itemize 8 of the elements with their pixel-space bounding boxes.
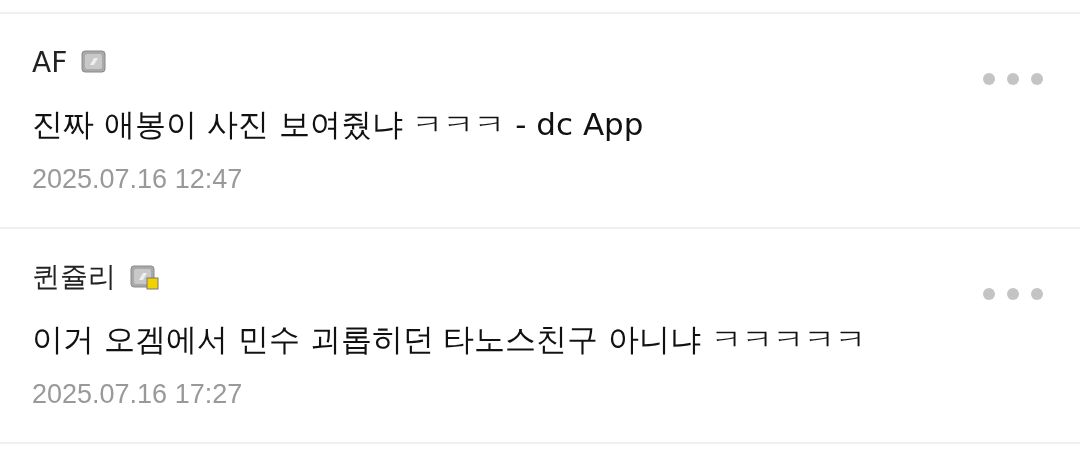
comment-author: AF (32, 45, 68, 79)
comment-date: 2025.07.16 12:47 (32, 164, 244, 195)
comment-date: 2025.07.16 17:27 (32, 379, 244, 410)
comment-text: 이거 오겜에서 민수 괴롭히던 타노스친구 아니냐 ㅋㅋㅋㅋㅋ (32, 320, 868, 359)
more-options-icon[interactable] (982, 72, 1044, 86)
comment-text: 진짜 애봉이 사진 보여줬냐 ㅋㅋㅋ - dc App (32, 105, 645, 144)
more-options-icon[interactable] (982, 287, 1044, 301)
comment-author: 퀸쥴리 (32, 259, 116, 295)
